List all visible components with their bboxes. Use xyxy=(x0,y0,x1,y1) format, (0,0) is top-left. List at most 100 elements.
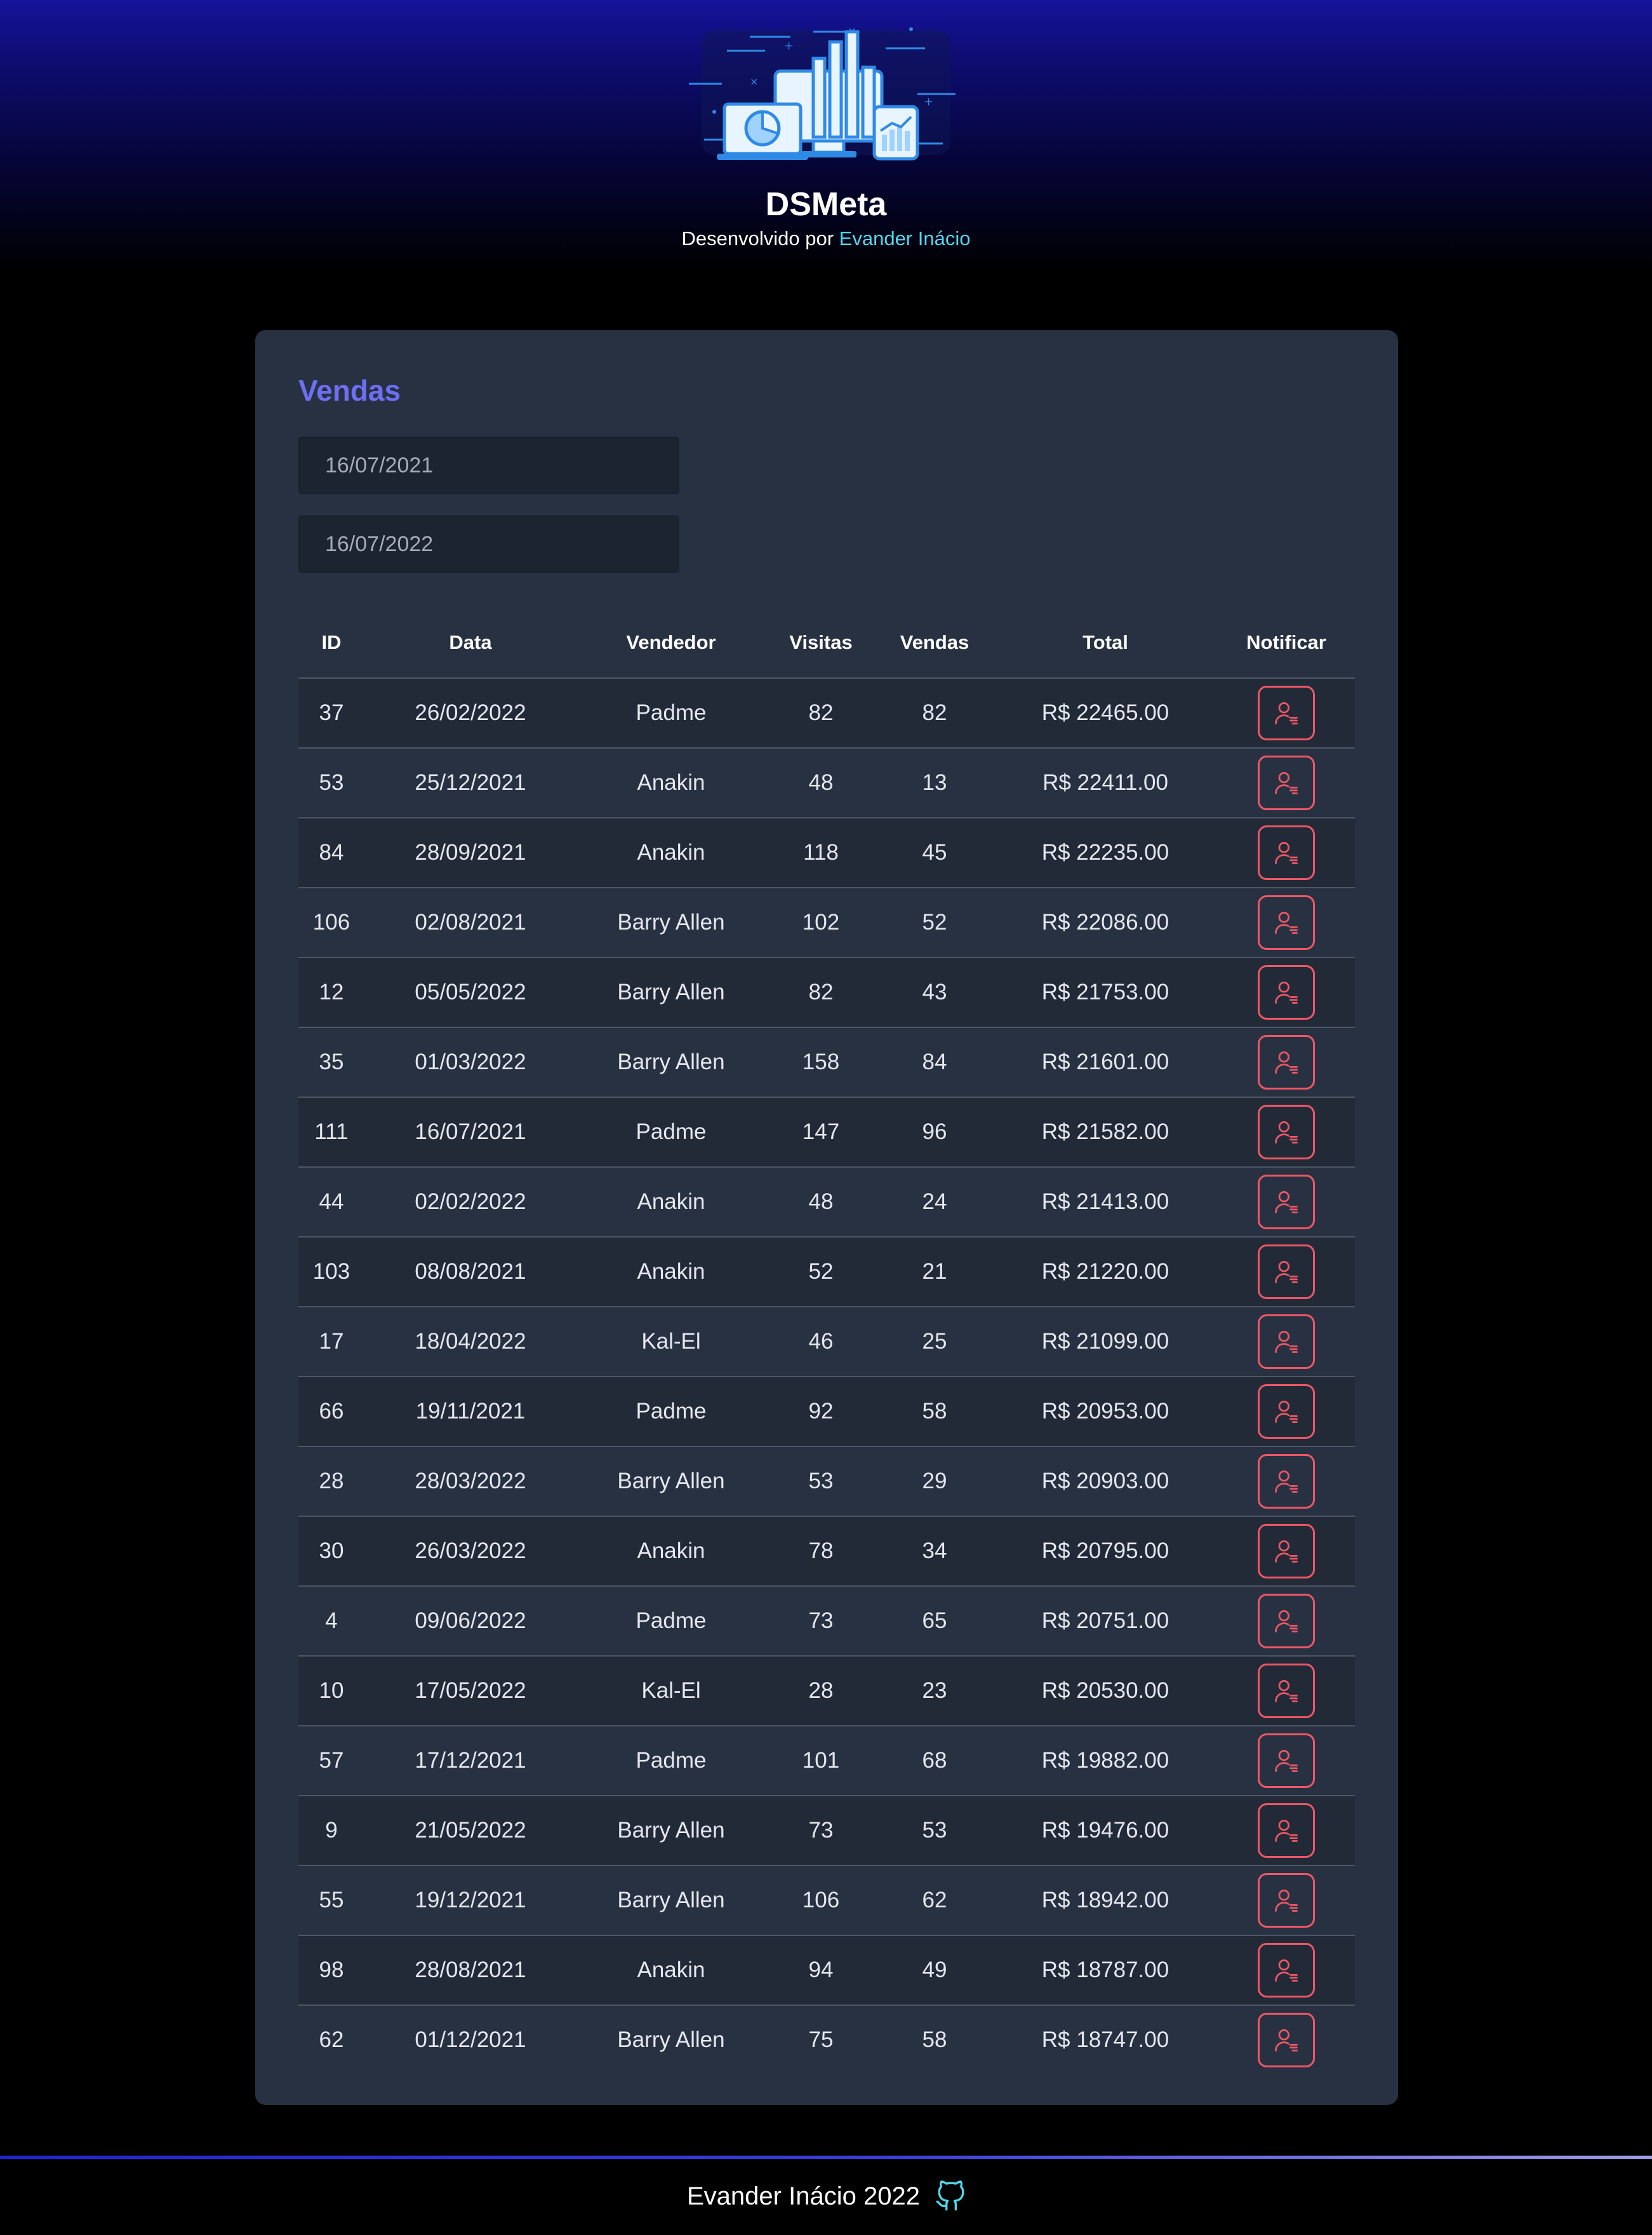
notify-button[interactable] xyxy=(1258,895,1315,950)
table-header: ID Data Vendedor Visitas Vendas Total No… xyxy=(298,608,1355,679)
user-notify-icon xyxy=(1275,842,1298,864)
table-row: 28 28/03/2022 Barry Allen 53 29 R$ 20903.00 xyxy=(298,1446,1355,1517)
cell-date: 01/12/2021 xyxy=(364,2005,576,2074)
table-row: 62 01/12/2021 Barry Allen 75 58 R$ 18747.00 xyxy=(298,2005,1355,2074)
column-header-id: ID xyxy=(298,608,364,679)
notify-button[interactable] xyxy=(1258,1803,1315,1858)
notify-button[interactable] xyxy=(1258,686,1315,740)
app-title: DSMeta xyxy=(765,186,887,223)
cell-id: 28 xyxy=(298,1446,364,1517)
cell-id: 66 xyxy=(298,1377,364,1447)
github-link[interactable] xyxy=(935,2180,966,2212)
author-link[interactable]: Evander Inácio xyxy=(839,227,971,250)
table-row: 84 28/09/2021 Anakin 118 45 R$ 22235.00 xyxy=(298,818,1355,888)
user-notify-icon xyxy=(1275,1820,1298,1842)
cell-deals: 45 xyxy=(876,818,993,888)
user-notify-icon xyxy=(1275,1540,1298,1563)
cell-total: R$ 21582.00 xyxy=(993,1097,1218,1168)
user-notify-icon xyxy=(1275,1121,1298,1144)
cell-total: R$ 22086.00 xyxy=(993,888,1218,958)
svg-text:+: + xyxy=(924,95,933,109)
notify-button[interactable] xyxy=(1258,2013,1315,2067)
cell-total: R$ 20903.00 xyxy=(993,1446,1218,1517)
notify-button[interactable] xyxy=(1258,1873,1315,1928)
end-date-input[interactable] xyxy=(298,516,679,573)
notify-button[interactable] xyxy=(1258,1733,1315,1788)
cell-total: R$ 22465.00 xyxy=(993,678,1218,749)
cell-deals: 25 xyxy=(876,1307,993,1377)
cell-seller: Barry Allen xyxy=(576,1865,766,1936)
cell-date: 16/07/2021 xyxy=(364,1097,576,1168)
cell-notify xyxy=(1218,957,1355,1028)
cell-id: 55 xyxy=(298,1865,364,1936)
table-row: 4 09/06/2022 Padme 73 65 R$ 20751.00 xyxy=(298,1586,1355,1657)
notify-button[interactable] xyxy=(1258,1384,1315,1439)
notify-button[interactable] xyxy=(1258,1943,1315,1998)
cell-notify xyxy=(1218,1865,1355,1936)
cell-visits: 78 xyxy=(766,1516,876,1587)
cell-seller: Padme xyxy=(576,678,766,749)
cell-date: 18/04/2022 xyxy=(364,1307,576,1377)
cell-date: 28/08/2021 xyxy=(364,1935,576,2006)
cell-deals: 58 xyxy=(876,2005,993,2074)
cell-deals: 52 xyxy=(876,888,993,958)
cell-visits: 102 xyxy=(766,888,876,958)
notify-button[interactable] xyxy=(1258,1105,1315,1159)
table-row: 17 18/04/2022 Kal-El 46 25 R$ 21099.00 xyxy=(298,1307,1355,1377)
cell-total: R$ 21099.00 xyxy=(993,1307,1218,1377)
user-notify-icon xyxy=(1275,1890,1298,1912)
notify-button[interactable] xyxy=(1258,1664,1315,1718)
table-row: 12 05/05/2022 Barry Allen 82 43 R$ 21753.00 xyxy=(298,957,1355,1028)
table-row: 53 25/12/2021 Anakin 48 13 R$ 22411.00 xyxy=(298,748,1355,818)
table-row: 44 02/02/2022 Anakin 48 24 R$ 21413.00 xyxy=(298,1167,1355,1238)
start-date-input[interactable] xyxy=(298,437,679,494)
cell-visits: 28 xyxy=(766,1656,876,1726)
cell-deals: 21 xyxy=(876,1237,993,1307)
user-notify-icon xyxy=(1275,1401,1298,1423)
notify-button[interactable] xyxy=(1258,965,1315,1020)
cell-visits: 101 xyxy=(766,1726,876,1796)
user-notify-icon xyxy=(1275,1750,1298,1772)
notify-button[interactable] xyxy=(1258,1175,1315,1229)
cell-visits: 46 xyxy=(766,1307,876,1377)
notify-button[interactable] xyxy=(1258,1244,1315,1299)
cell-total: R$ 20751.00 xyxy=(993,1586,1218,1657)
notify-button[interactable] xyxy=(1258,1314,1315,1369)
cell-total: R$ 20795.00 xyxy=(993,1516,1218,1587)
cell-visits: 75 xyxy=(766,2005,876,2074)
cell-notify xyxy=(1218,748,1355,818)
cell-id: 98 xyxy=(298,1935,364,2006)
cell-date: 02/08/2021 xyxy=(364,888,576,958)
cell-visits: 118 xyxy=(766,818,876,888)
cell-deals: 84 xyxy=(876,1027,993,1098)
cell-notify xyxy=(1218,818,1355,888)
cell-seller: Anakin xyxy=(576,1935,766,2006)
cell-seller: Kal-El xyxy=(576,1307,766,1377)
notify-button[interactable] xyxy=(1258,1035,1315,1090)
cell-total: R$ 21413.00 xyxy=(993,1167,1218,1238)
notify-button[interactable] xyxy=(1258,1524,1315,1578)
user-notify-icon xyxy=(1275,1680,1298,1702)
cell-visits: 73 xyxy=(766,1796,876,1866)
cell-notify xyxy=(1218,1796,1355,1866)
cell-total: R$ 22411.00 xyxy=(993,748,1218,818)
github-icon xyxy=(936,2180,964,2211)
cell-deals: 34 xyxy=(876,1516,993,1587)
cell-visits: 73 xyxy=(766,1586,876,1657)
table-row: 55 19/12/2021 Barry Allen 106 62 R$ 18942.00 xyxy=(298,1865,1355,1936)
cell-date: 17/05/2022 xyxy=(364,1656,576,1726)
user-notify-icon xyxy=(1275,1051,1298,1074)
cell-date: 17/12/2021 xyxy=(364,1726,576,1796)
notify-button[interactable] xyxy=(1258,1454,1315,1509)
cell-seller: Padme xyxy=(576,1097,766,1168)
cell-total: R$ 21601.00 xyxy=(993,1027,1218,1098)
cell-notify xyxy=(1218,1586,1355,1657)
sales-table: ID Data Vendedor Visitas Vendas Total No… xyxy=(298,608,1355,2074)
cell-date: 19/12/2021 xyxy=(364,1865,576,1936)
cell-deals: 23 xyxy=(876,1656,993,1726)
notify-button[interactable] xyxy=(1258,1594,1315,1648)
notify-button[interactable] xyxy=(1258,756,1315,810)
user-notify-icon xyxy=(1275,912,1298,934)
notify-button[interactable] xyxy=(1258,825,1315,880)
user-notify-icon xyxy=(1275,1471,1298,1493)
